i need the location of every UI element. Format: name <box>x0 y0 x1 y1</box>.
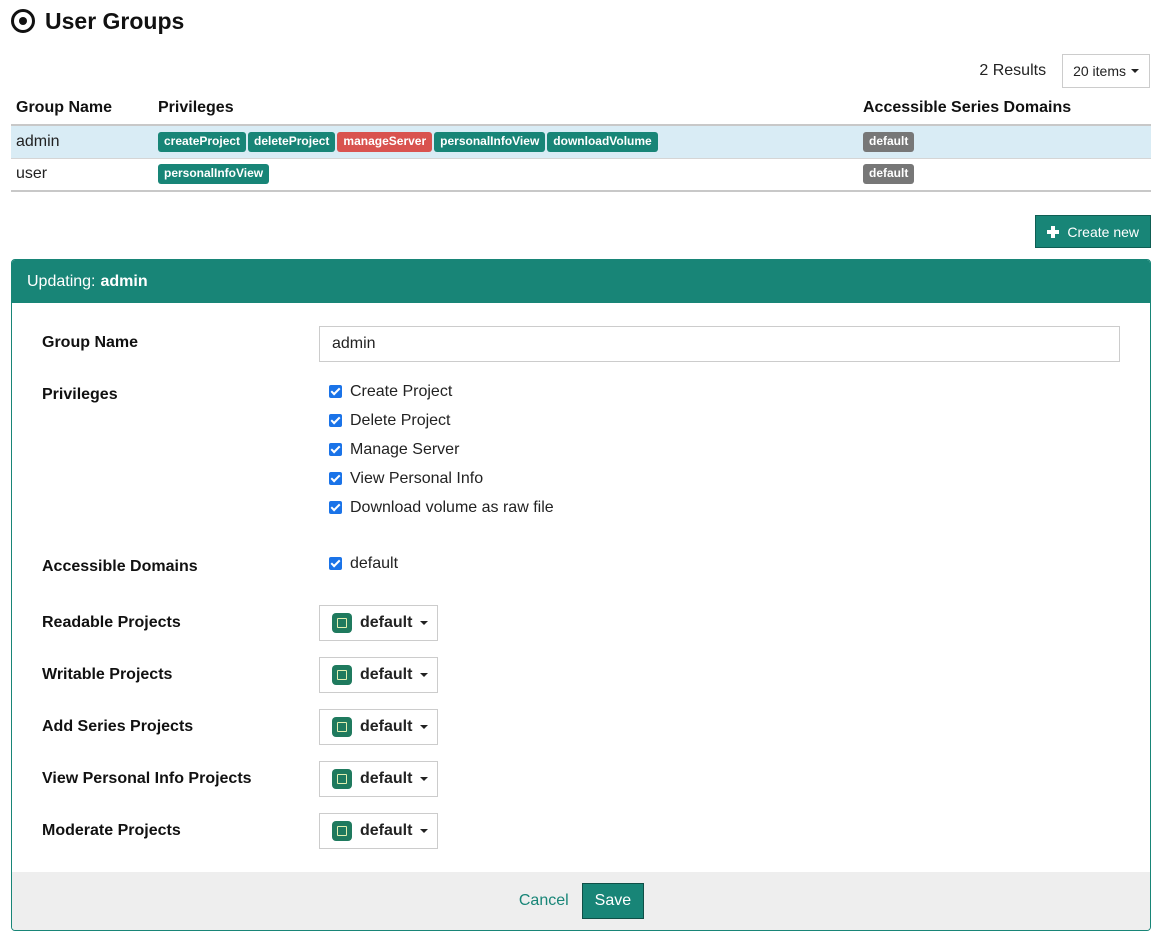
view-personal-info-projects-label: View Personal Info Projects <box>42 770 252 787</box>
create-new-label: Create new <box>1067 223 1139 240</box>
checkbox-label: View Personal Info <box>350 469 484 487</box>
moderate-projects-label: Moderate Projects <box>42 822 181 839</box>
privilege-badge: downloadVolume <box>547 131 658 152</box>
project-icon <box>332 665 352 685</box>
dropdown-value: default <box>360 770 413 787</box>
add-series-projects-label: Add Series Projects <box>42 718 194 735</box>
page-title-text: User Groups <box>45 7 185 34</box>
page-size-dropdown[interactable]: 20 items <box>1062 54 1150 88</box>
results-count: 2 Results <box>979 62 1047 79</box>
cancel-button[interactable]: Cancel <box>518 892 570 910</box>
readable-projects-dropdown[interactable]: default <box>319 605 438 641</box>
page-size-label: 20 items <box>1073 63 1126 79</box>
privilege-checkbox-delete-project[interactable]: Delete Project <box>329 406 554 435</box>
panel-footer: Cancel Save <box>12 872 1150 930</box>
group-name-input[interactable]: admin <box>319 326 1120 362</box>
privileges-label: Privileges <box>42 386 118 403</box>
privilege-badge: deleteProject <box>248 131 336 152</box>
caret-down-icon <box>420 777 429 781</box>
results-bar: 2 Results 20 items <box>979 54 1150 88</box>
dropdown-value: default <box>360 718 413 735</box>
checkbox-checked-icon[interactable] <box>329 501 342 514</box>
caret-down-icon <box>420 829 429 833</box>
domain-badge: default <box>863 164 915 185</box>
checkbox-label: Manage Server <box>350 440 460 458</box>
privilege-badge: personalInfoView <box>158 164 270 185</box>
privilege-badge: manageServer <box>337 131 433 152</box>
privileges-cell: personalInfoView <box>153 158 858 192</box>
accessible-domains-label: Accessible Domains <box>42 558 198 575</box>
project-icon <box>332 717 352 737</box>
checkbox-label: Download volume as raw file <box>350 498 554 516</box>
column-header-privileges[interactable]: Privileges <box>153 90 858 126</box>
panel-heading: Updating: admin <box>12 260 1150 303</box>
table-header-row: Group Name Privileges Accessible Series … <box>11 90 1151 126</box>
project-icon <box>332 821 352 841</box>
privilege-badge: createProject <box>158 131 247 152</box>
checkbox-checked-icon[interactable] <box>329 385 342 398</box>
panel-heading-group-name: admin <box>100 272 148 290</box>
project-icon <box>332 769 352 789</box>
dropdown-value: default <box>360 822 413 839</box>
caret-down-icon <box>420 621 429 625</box>
writable-projects-label: Writable Projects <box>42 666 173 683</box>
moderate-projects-dropdown[interactable]: default <box>319 813 438 849</box>
column-header-group-name[interactable]: Group Name <box>11 90 153 126</box>
group-name-label: Group Name <box>42 334 139 351</box>
domains-cell: default <box>858 158 1151 192</box>
dropdown-value: default <box>360 666 413 683</box>
target-icon <box>11 9 35 33</box>
checkbox-label: Create Project <box>350 382 453 400</box>
checkbox-checked-icon[interactable] <box>329 557 342 570</box>
caret-down-icon <box>420 673 429 677</box>
caret-down-icon <box>1131 69 1139 73</box>
plus-icon <box>1047 225 1060 238</box>
add-series-projects-dropdown[interactable]: default <box>319 709 438 745</box>
readable-projects-label: Readable Projects <box>42 614 181 631</box>
user-groups-table: Group Name Privileges Accessible Series … <box>11 90 1151 192</box>
checkbox-label: default <box>350 554 399 572</box>
privilege-badge: personalInfoView <box>434 131 546 152</box>
checkbox-checked-icon[interactable] <box>329 443 342 456</box>
checkbox-checked-icon[interactable] <box>329 414 342 427</box>
checkbox-checked-icon[interactable] <box>329 472 342 485</box>
table-row[interactable]: admin createProject deleteProject manageSe… <box>11 125 1151 159</box>
domains-checkbox-list: default <box>329 549 398 578</box>
page-title: User Groups <box>11 6 184 36</box>
checkbox-label: Delete Project <box>350 411 451 429</box>
group-name-cell: admin <box>11 125 153 159</box>
dropdown-value: default <box>360 614 413 631</box>
domains-cell: default <box>858 125 1151 159</box>
domain-checkbox-default[interactable]: default <box>329 549 398 578</box>
create-new-button[interactable]: Create new <box>1035 215 1151 248</box>
privilege-checkbox-manage-server[interactable]: Manage Server <box>329 435 554 464</box>
project-icon <box>332 613 352 633</box>
privileges-checkbox-list: Create Project Delete Project Manage Ser… <box>329 377 554 522</box>
save-button[interactable]: Save <box>581 883 645 919</box>
privileges-cell: createProject deleteProject manageServer pe… <box>153 125 858 159</box>
column-header-domains[interactable]: Accessible Series Domains <box>858 90 1151 126</box>
panel-body: Group Name admin Privileges Create Proje… <box>12 303 1150 873</box>
domain-badge: default <box>863 131 915 152</box>
caret-down-icon <box>420 725 429 729</box>
edit-group-panel: Updating: admin Group Name admin Privile… <box>11 259 1151 931</box>
privilege-checkbox-download-volume[interactable]: Download volume as raw file <box>329 493 554 522</box>
table-row[interactable]: user personalInfoView default <box>11 158 1151 192</box>
privilege-checkbox-create-project[interactable]: Create Project <box>329 377 554 406</box>
group-name-cell: user <box>11 158 153 192</box>
panel-heading-prefix: Updating: <box>27 272 96 290</box>
privilege-checkbox-view-personal-info[interactable]: View Personal Info <box>329 464 554 493</box>
view-personal-info-projects-dropdown[interactable]: default <box>319 761 438 797</box>
writable-projects-dropdown[interactable]: default <box>319 657 438 693</box>
